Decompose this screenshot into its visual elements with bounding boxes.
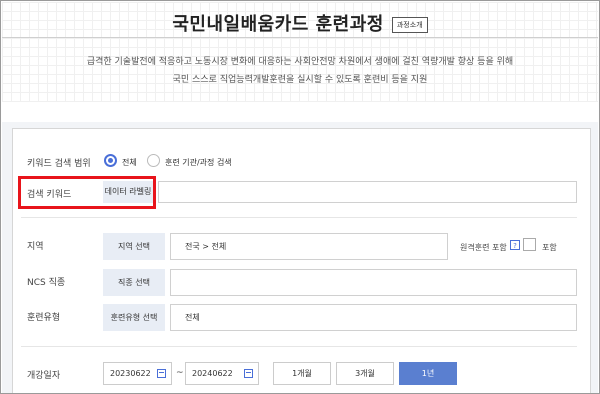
include-remote-checkbox[interactable] <box>523 238 536 251</box>
description-line-1: 급격한 기술발전에 적응하고 노동시장 변화에 대응하는 사회안전망 차원에서 … <box>86 57 514 67</box>
date-separator: ~ <box>176 368 184 378</box>
calendar-icon[interactable] <box>244 369 253 378</box>
page-header: 국민내일배움카드 훈련과정 과정소개 급격한 기술발전에 적응하고 노동시장 변화… <box>2 2 598 102</box>
course-intro-button[interactable]: 과정소개 <box>391 17 428 33</box>
period-1-year-button[interactable]: 1년 <box>399 362 457 385</box>
scope-all-radio[interactable] <box>104 154 117 167</box>
description-line-2: 국민 스스로 직업능력개발훈련을 실시할 수 있도록 훈련비 등을 지원 <box>172 75 428 85</box>
region-select-button[interactable]: 지역 선택 <box>103 233 165 260</box>
help-icon[interactable]: ? <box>510 240 520 250</box>
date-to-value: 20240622 <box>192 369 233 378</box>
period-3-month-button[interactable]: 3개월 <box>336 362 394 385</box>
calendar-icon[interactable] <box>157 369 166 378</box>
date-to-input[interactable]: 20240622 <box>185 362 259 385</box>
region-value: 전국 > 전체 <box>185 242 227 251</box>
scope-all-label[interactable]: 전체 <box>122 157 137 168</box>
highlight-box <box>18 176 156 209</box>
include-label: 포함 <box>542 243 557 252</box>
region-value-field[interactable]: 전국 > 전체 <box>170 233 448 260</box>
period-1-month-button[interactable]: 1개월 <box>273 362 331 385</box>
section-divider <box>21 217 577 218</box>
title-divider <box>2 37 598 38</box>
page-title-text: 국민내일배움카드 훈련과정 <box>172 14 384 35</box>
training-type-field[interactable]: 전체 <box>170 304 577 331</box>
start-date-label: 개강일자 <box>27 371 61 381</box>
training-type-button[interactable]: 훈련유형 선택 <box>103 304 165 331</box>
ncs-label: NCS 직종 <box>27 278 66 288</box>
training-type-label: 훈련유형 <box>27 313 61 323</box>
scope-institution-label[interactable]: 훈련 기관/과정 검색 <box>165 157 232 168</box>
scope-institution-radio[interactable] <box>147 154 160 167</box>
remote-training-label: 원격훈련 포함 <box>460 243 507 252</box>
section-divider-2 <box>21 346 577 347</box>
region-label: 지역 <box>27 242 44 252</box>
search-keyword-field[interactable] <box>158 181 577 203</box>
window-frame: 국민내일배움카드 훈련과정 과정소개 급격한 기술발전에 적응하고 노동시장 변화… <box>0 0 600 394</box>
training-type-value: 전체 <box>185 313 200 322</box>
search-form <box>12 128 591 393</box>
ncs-select-button[interactable]: 직종 선택 <box>103 269 165 296</box>
date-from-value: 20230622 <box>110 369 151 378</box>
keyword-scope-label: 키워드 검색 범위 <box>27 159 91 169</box>
ncs-value-field[interactable] <box>170 269 577 296</box>
date-from-input[interactable]: 20230622 <box>103 362 172 385</box>
page-title: 국민내일배움카드 훈련과정 과정소개 <box>2 10 598 36</box>
